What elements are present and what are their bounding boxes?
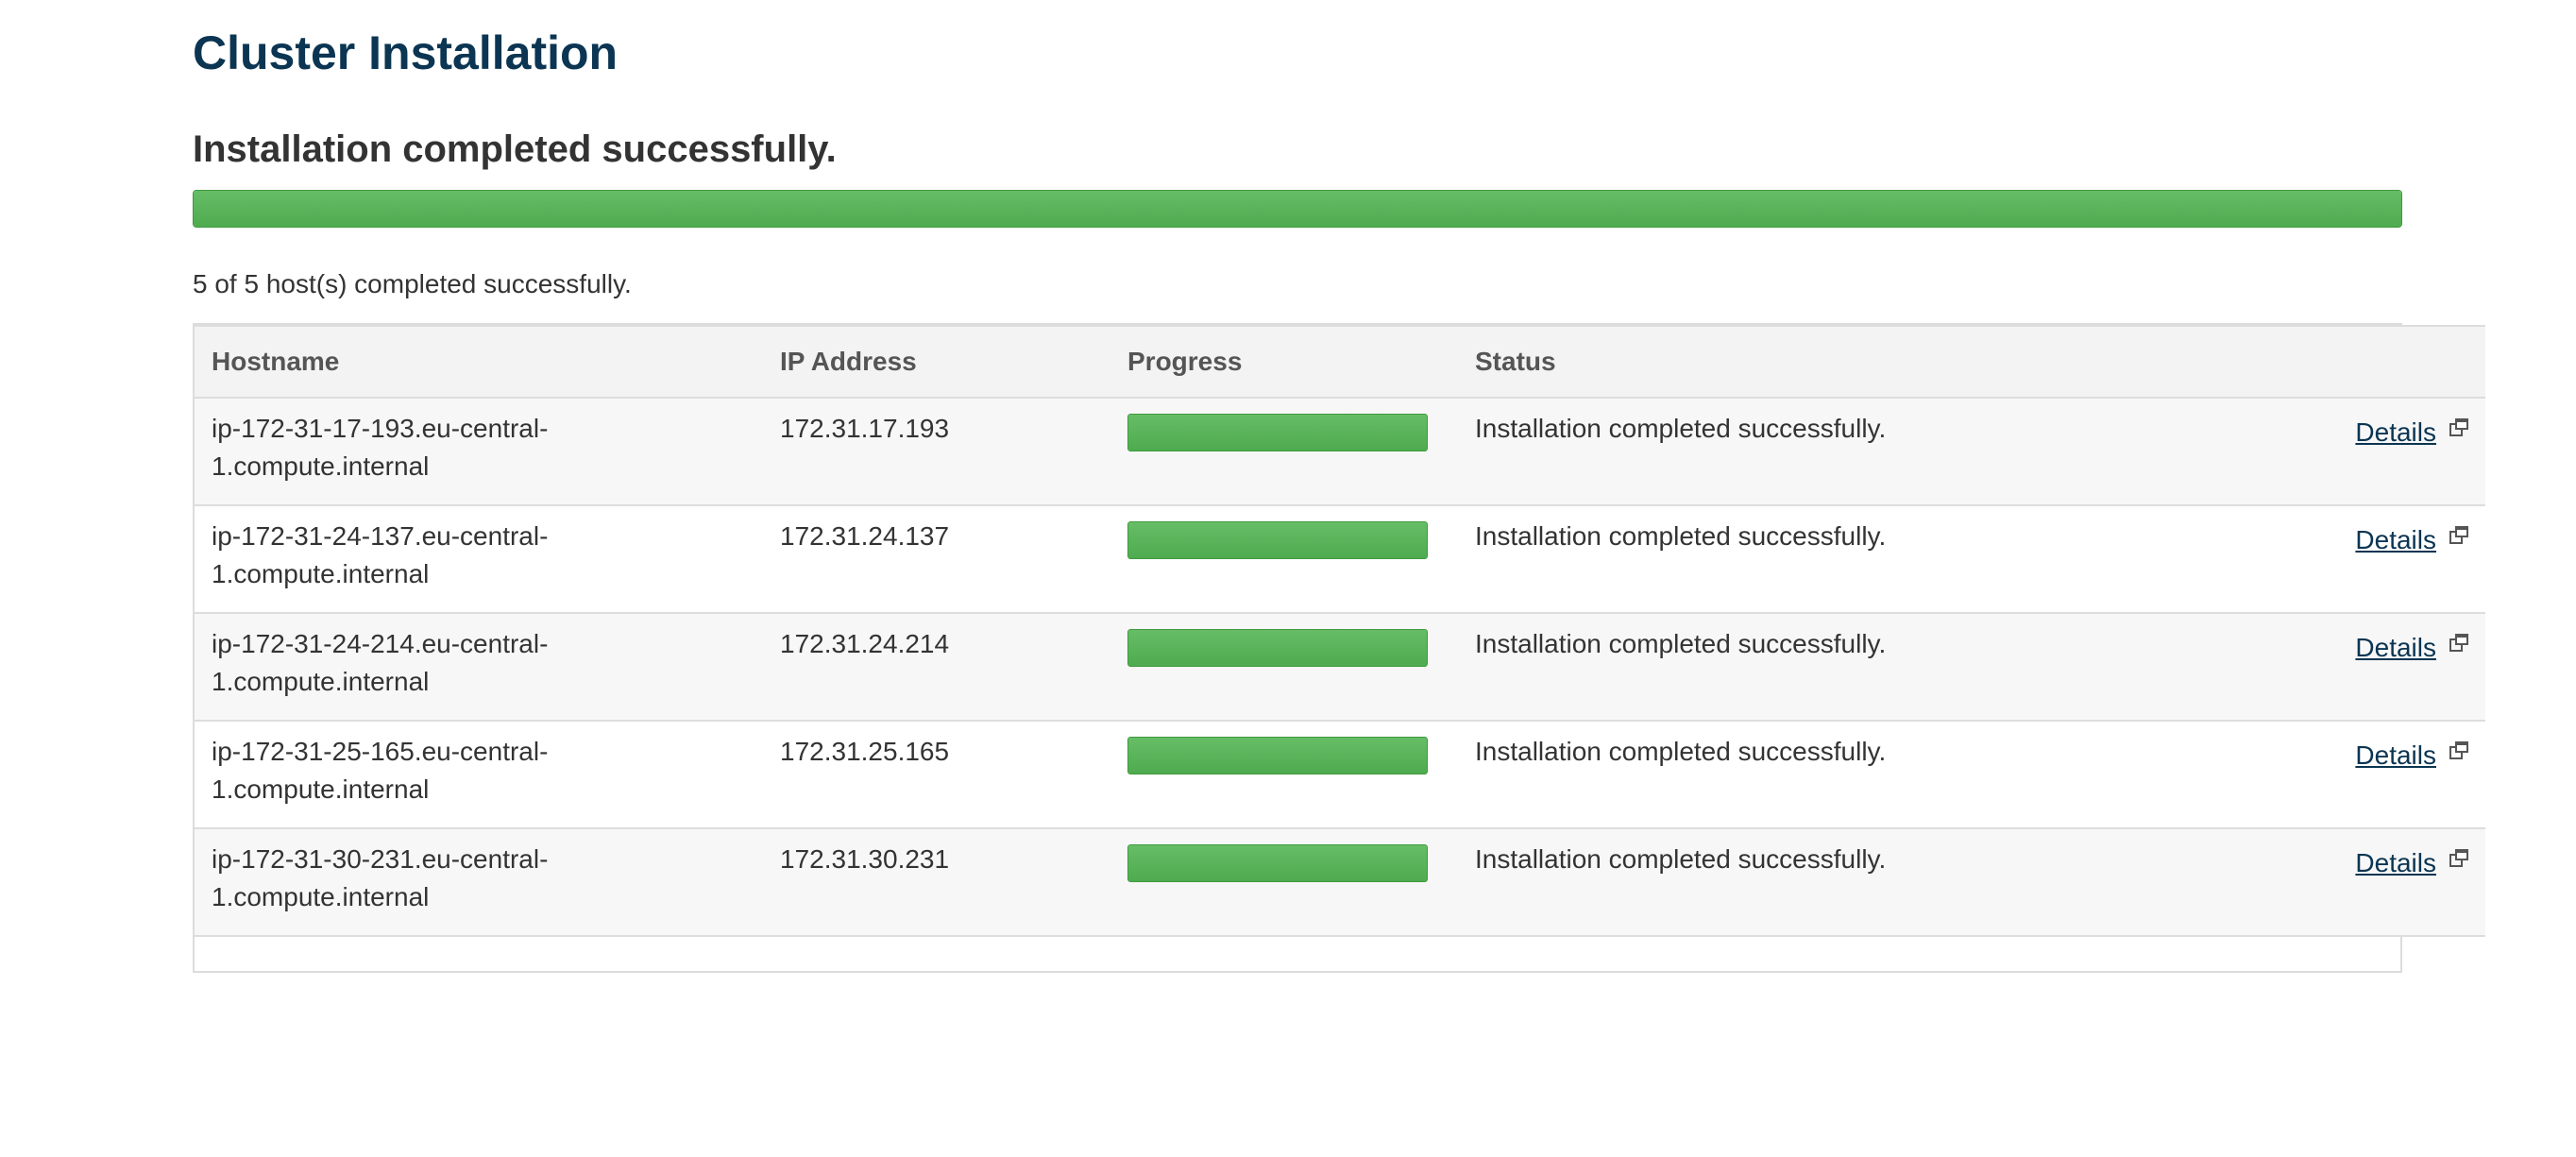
table-row: ip-172-31-24-137.eu-central- 1.compute.i…: [195, 505, 2485, 614]
hostname-cell: ip-172-31-24-214.eu-central- 1.compute.i…: [195, 613, 763, 722]
progress-cell: [1110, 613, 1458, 722]
ip-address-cell: 172.31.25.165: [763, 721, 1110, 829]
host-progress-bar: [1127, 737, 1428, 774]
status-cell: Installation completed successfully.: [1458, 398, 2315, 506]
external-link-icon[interactable]: [2449, 841, 2468, 867]
external-link-icon[interactable]: [2449, 518, 2468, 544]
progress-cell: [1110, 505, 1458, 614]
header-actions: [2315, 325, 2485, 399]
hostname-cell: ip-172-31-30-231.eu-central- 1.compute.i…: [195, 828, 763, 937]
progress-cell: [1110, 828, 1458, 937]
hostname-line-2: 1.compute.internal: [212, 451, 430, 481]
hostname-line-1: ip-172-31-24-214.eu-central-: [212, 629, 549, 658]
details-link[interactable]: Details: [2355, 848, 2436, 877]
hostname-cell: ip-172-31-24-137.eu-central- 1.compute.i…: [195, 505, 763, 614]
details-cell: Details: [2315, 505, 2485, 614]
host-progress-fill: [1127, 737, 1428, 774]
hostname-line-2: 1.compute.internal: [212, 882, 430, 911]
details-link[interactable]: Details: [2355, 525, 2436, 554]
progress-cell: [1110, 721, 1458, 829]
hostname-cell: ip-172-31-17-193.eu-central- 1.compute.i…: [195, 398, 763, 506]
table-header-row: Hostname IP Address Progress Status: [195, 325, 2485, 399]
hostname-line-1: ip-172-31-17-193.eu-central-: [212, 414, 549, 443]
host-progress-fill: [1127, 844, 1428, 882]
hostname-line-1: ip-172-31-30-231.eu-central-: [212, 844, 549, 874]
host-progress-fill: [1127, 414, 1428, 451]
ip-address-cell: 172.31.30.231: [763, 828, 1110, 937]
hostname-line-1: ip-172-31-24-137.eu-central-: [212, 521, 549, 551]
details-link[interactable]: Details: [2355, 740, 2436, 770]
details-cell: Details: [2315, 721, 2485, 829]
hostname-line-2: 1.compute.internal: [212, 667, 430, 696]
hostname-cell: ip-172-31-25-165.eu-central- 1.compute.i…: [195, 721, 763, 829]
host-progress-fill: [1127, 521, 1428, 559]
hosts-summary: 5 of 5 host(s) completed successfully.: [193, 269, 632, 298]
hostname-line-2: 1.compute.internal: [212, 774, 430, 804]
hosts-table-container: Hostname IP Address Progress Status ip-1…: [193, 323, 2485, 973]
hostname-line-2: 1.compute.internal: [212, 559, 430, 588]
table-row: ip-172-31-30-231.eu-central- 1.compute.i…: [195, 828, 2485, 937]
details-cell: Details: [2315, 613, 2485, 722]
ip-address-cell: 172.31.24.214: [763, 613, 1110, 722]
header-status: Status: [1458, 325, 2315, 399]
installation-status-heading: Installation completed successfully.: [193, 128, 837, 170]
ip-address-cell: 172.31.24.137: [763, 505, 1110, 614]
status-cell: Installation completed successfully.: [1458, 721, 2315, 829]
host-progress-fill: [1127, 629, 1428, 667]
host-progress-bar: [1127, 521, 1428, 559]
hostname-line-1: ip-172-31-25-165.eu-central-: [212, 737, 549, 766]
details-cell: Details: [2315, 828, 2485, 937]
header-ip-address: IP Address: [763, 325, 1110, 399]
external-link-icon[interactable]: [2449, 733, 2468, 759]
status-cell: Installation completed successfully.: [1458, 505, 2315, 614]
external-link-icon[interactable]: [2449, 410, 2468, 436]
overall-progress-bar: [193, 190, 2402, 228]
overall-progress-fill: [193, 190, 2402, 228]
status-cell: Installation completed successfully.: [1458, 828, 2315, 937]
table-row: ip-172-31-17-193.eu-central- 1.compute.i…: [195, 398, 2485, 506]
page-title: Cluster Installation: [193, 26, 619, 79]
details-link[interactable]: Details: [2355, 417, 2436, 447]
header-hostname: Hostname: [195, 325, 763, 399]
table-row: ip-172-31-24-214.eu-central- 1.compute.i…: [195, 613, 2485, 722]
external-link-icon[interactable]: [2449, 625, 2468, 652]
header-progress: Progress: [1110, 325, 1458, 399]
details-cell: Details: [2315, 398, 2485, 506]
ip-address-cell: 172.31.17.193: [763, 398, 1110, 506]
status-cell: Installation completed successfully.: [1458, 613, 2315, 722]
hosts-table: Hostname IP Address Progress Status ip-1…: [195, 325, 2485, 937]
host-progress-bar: [1127, 629, 1428, 667]
details-link[interactable]: Details: [2355, 633, 2436, 662]
progress-cell: [1110, 398, 1458, 506]
table-row: ip-172-31-25-165.eu-central- 1.compute.i…: [195, 721, 2485, 829]
host-progress-bar: [1127, 844, 1428, 882]
host-progress-bar: [1127, 414, 1428, 451]
